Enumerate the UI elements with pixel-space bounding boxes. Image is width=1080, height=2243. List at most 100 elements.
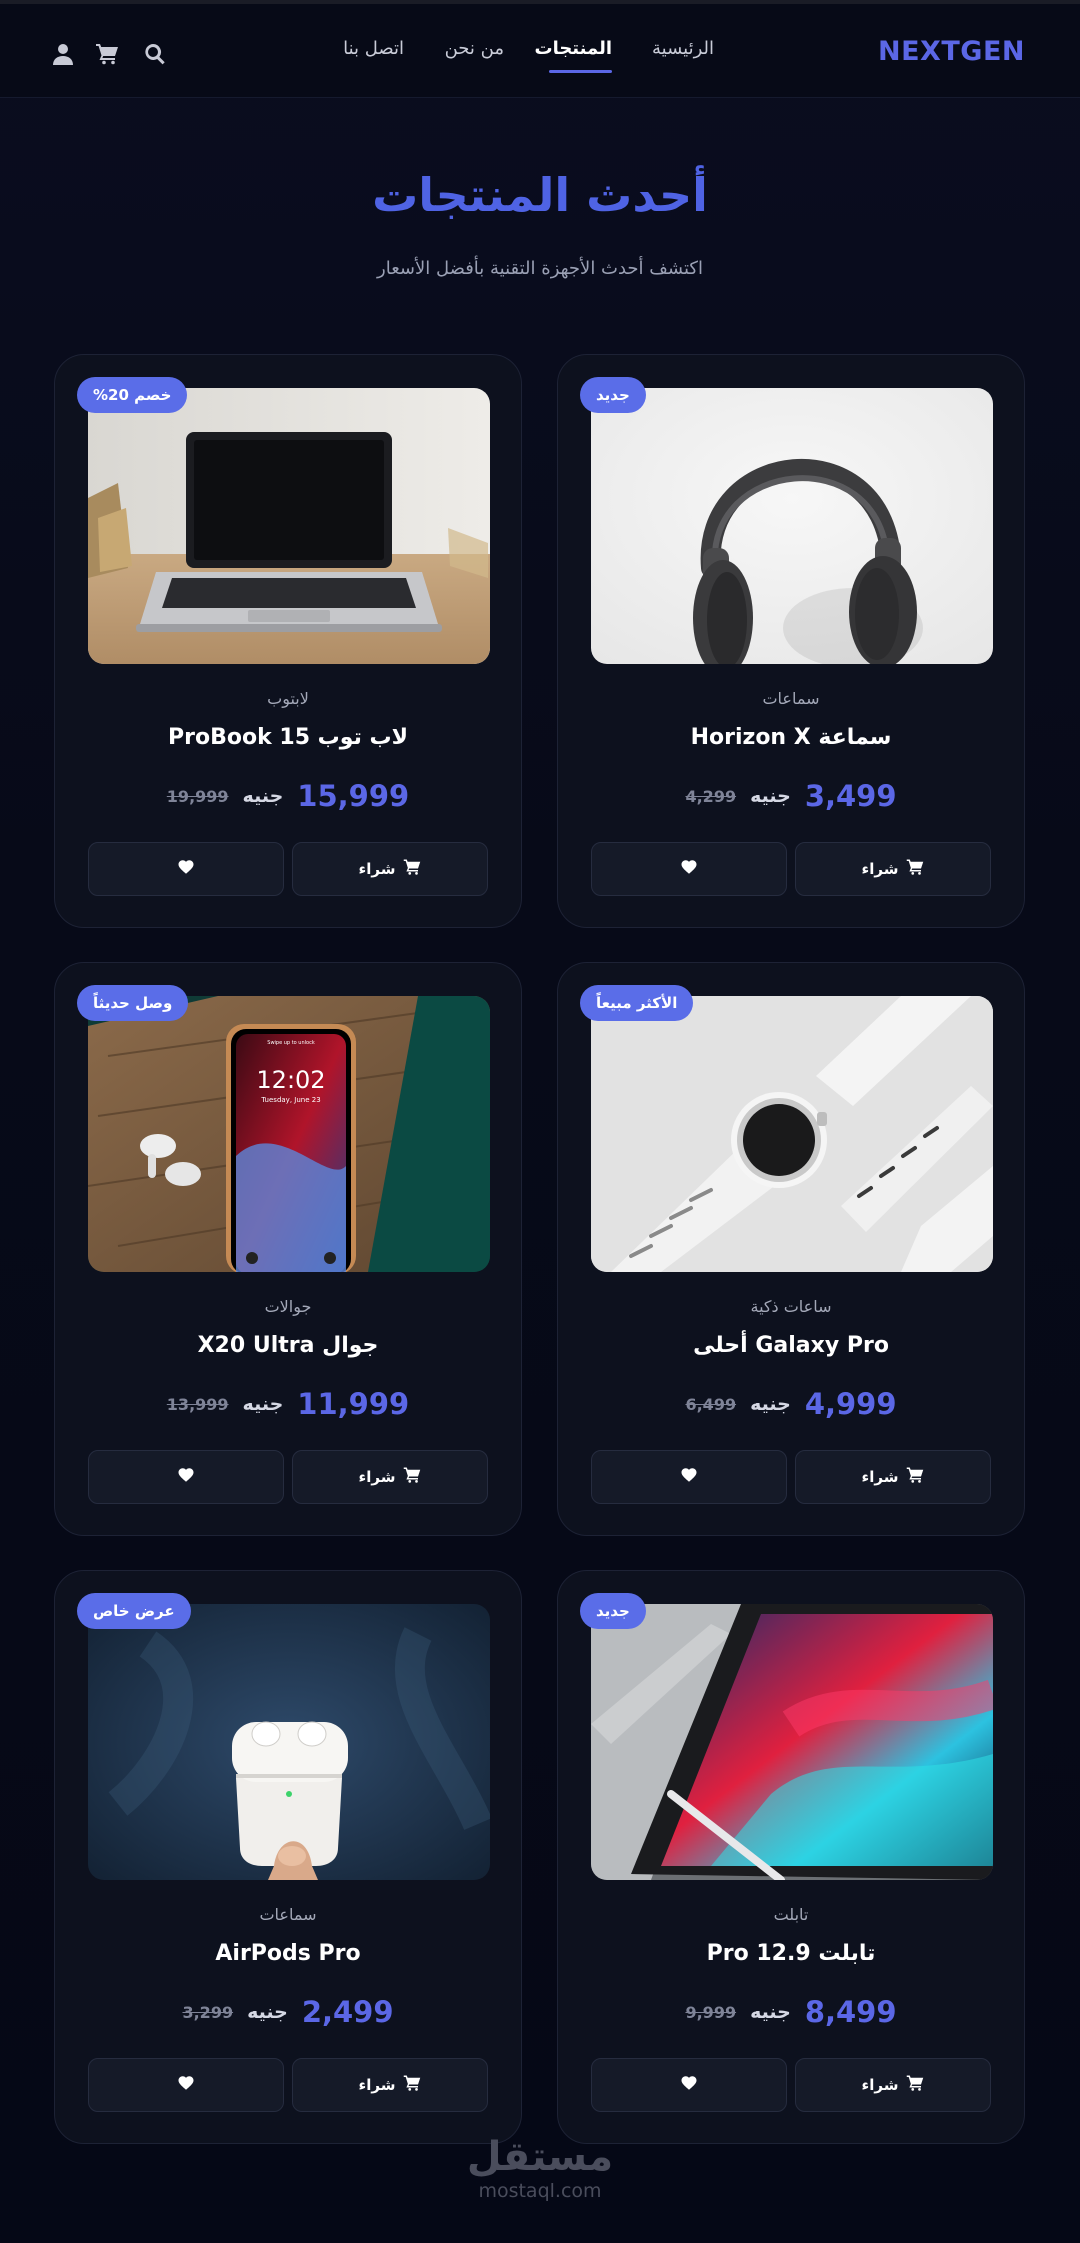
nav-home[interactable]: الرئيسية (652, 38, 714, 59)
product-image-tablet[interactable] (591, 1604, 993, 1880)
product-name[interactable]: سماعة Horizon X (558, 725, 1024, 750)
buy-button[interactable]: شراء (292, 842, 488, 896)
favorite-button[interactable] (591, 842, 787, 896)
product-name[interactable]: جوال X20 Ultra (55, 1333, 521, 1358)
product-card[interactable]: الأكثر مبيعاً ساعات ذكية Galaxy Pro أحلى… (557, 962, 1025, 1536)
badge-discount: خصم 20% (77, 377, 188, 413)
watermark-en: mostaql.com (478, 2180, 602, 2202)
heart-icon (177, 2074, 195, 2096)
product-category: ساعات ذكية (750, 1297, 832, 1316)
product-category: لابتوب (267, 689, 309, 708)
nav-contact[interactable]: اتصل بنا (343, 38, 404, 59)
heart-icon (680, 2074, 698, 2096)
nav-about[interactable]: من نحن (445, 38, 504, 59)
product-card[interactable]: 12:02 Tuesday, June 23 Swipe up to unloc… (54, 962, 522, 1536)
product-card[interactable]: عرض خاص سماعات AirPods Pro 2,499 جنيه 3,… (54, 1570, 522, 2144)
phone-clock: 12:02 (256, 1066, 325, 1094)
product-name[interactable]: لاب توب ProBook 15 (55, 725, 521, 750)
watermark-logo: مستقل mostaql.com (0, 2134, 1080, 2202)
old-price: 6,499 (685, 1394, 737, 1414)
cart-icon (906, 1466, 924, 1488)
favorite-button[interactable] (88, 1450, 284, 1504)
product-name[interactable]: Galaxy Pro أحلى (558, 1333, 1024, 1358)
cart-icon (906, 2074, 924, 2096)
badge-new-arrival: وصل حديثاً (77, 985, 189, 1021)
search-icon[interactable] (143, 42, 167, 66)
product-image-headphones[interactable] (591, 388, 993, 664)
badge-new: جديد (580, 377, 646, 413)
buy-button[interactable]: شراء (292, 2058, 488, 2112)
buy-label: شراء (861, 2076, 899, 2094)
cart-icon (906, 858, 924, 880)
product-image-phone[interactable]: 12:02 Tuesday, June 23 Swipe up to unloc… (88, 996, 490, 1272)
buy-label: شراء (358, 2076, 396, 2094)
product-image-laptop[interactable] (88, 388, 490, 664)
currency-label: جنيه (750, 1393, 791, 1415)
navbar: NEXTGEN الرئيسية المنتجات من نحن اتصل بن… (0, 4, 1080, 98)
phone-date: Tuesday, June 23 (260, 1096, 320, 1104)
cart-icon (403, 1466, 421, 1488)
badge-special-offer: عرض خاص (77, 1593, 191, 1629)
heart-icon (680, 858, 698, 880)
currency-label: جنيه (247, 2001, 288, 2023)
phone-swipe: Swipe up to unlock (267, 1040, 315, 1046)
product-card[interactable]: جديد سماعات سماعة Horizon X 3,499 جنيه 4… (557, 354, 1025, 928)
product-price: 15,999 (297, 779, 410, 813)
buy-label: شراء (861, 860, 899, 878)
currency-label: جنيه (750, 785, 791, 807)
product-name[interactable]: تابلت Pro 12.9 (558, 1941, 1024, 1966)
product-price: 2,499 (301, 1995, 394, 2029)
old-price: 19,999 (166, 786, 229, 806)
buy-button[interactable]: شراء (795, 2058, 991, 2112)
product-card[interactable]: جديد تابلت تابلت Pro 12.9 8,499 جنيه 9,9… (557, 1570, 1025, 2144)
product-category: سماعات (762, 689, 820, 708)
product-category: سماعات (259, 1905, 317, 1924)
heart-icon (177, 858, 195, 880)
product-category: جوالات (264, 1297, 312, 1316)
product-image-earbuds[interactable] (88, 1604, 490, 1880)
page-title: أحدث المنتجات (372, 168, 708, 222)
buy-button[interactable]: شراء (795, 1450, 991, 1504)
price-row: 15,999 جنيه 19,999 (55, 776, 521, 816)
badge-new: جديد (580, 1593, 646, 1629)
product-price: 8,499 (804, 1995, 897, 2029)
badge-bestseller: الأكثر مبيعاً (580, 985, 694, 1021)
price-row: 2,499 جنيه 3,299 (55, 1992, 521, 2032)
buy-label: شراء (861, 1468, 899, 1486)
favorite-button[interactable] (591, 2058, 787, 2112)
product-price: 11,999 (297, 1387, 410, 1421)
old-price: 4,299 (685, 786, 737, 806)
buy-button[interactable]: شراء (292, 1450, 488, 1504)
old-price: 13,999 (166, 1394, 229, 1414)
cart-icon (403, 2074, 421, 2096)
currency-label: جنيه (242, 1393, 284, 1415)
nav-products[interactable]: المنتجات (534, 38, 612, 59)
buy-label: شراء (358, 860, 396, 878)
user-icon[interactable] (51, 42, 75, 66)
currency-label: جنيه (750, 2001, 791, 2023)
buy-button[interactable]: شراء (795, 842, 991, 896)
heart-icon (177, 1466, 195, 1488)
favorite-button[interactable] (591, 1450, 787, 1504)
cart-icon (403, 858, 421, 880)
watermark-ar: مستقل (466, 2134, 614, 2180)
cart-icon[interactable] (95, 42, 119, 66)
favorite-button[interactable] (88, 842, 284, 896)
buy-label: شراء (358, 1468, 396, 1486)
product-image-smartwatch[interactable] (591, 996, 993, 1272)
favorite-button[interactable] (88, 2058, 284, 2112)
product-category: تابلت (773, 1905, 809, 1924)
price-row: 11,999 جنيه 13,999 (55, 1384, 521, 1424)
nav-active-indicator (549, 70, 612, 73)
old-price: 9,999 (685, 2002, 737, 2022)
currency-label: جنيه (242, 785, 284, 807)
product-card[interactable]: خصم 20% لابتوب لاب توب ProBook 15 15,999… (54, 354, 522, 928)
product-name[interactable]: AirPods Pro (55, 1941, 521, 1966)
product-price: 4,999 (804, 1387, 897, 1421)
old-price: 3,299 (182, 2002, 234, 2022)
price-row: 8,499 جنيه 9,999 (558, 1992, 1024, 2032)
product-price: 3,499 (804, 779, 897, 813)
price-row: 3,499 جنيه 4,299 (558, 776, 1024, 816)
price-row: 4,999 جنيه 6,499 (558, 1384, 1024, 1424)
heart-icon (680, 1466, 698, 1488)
